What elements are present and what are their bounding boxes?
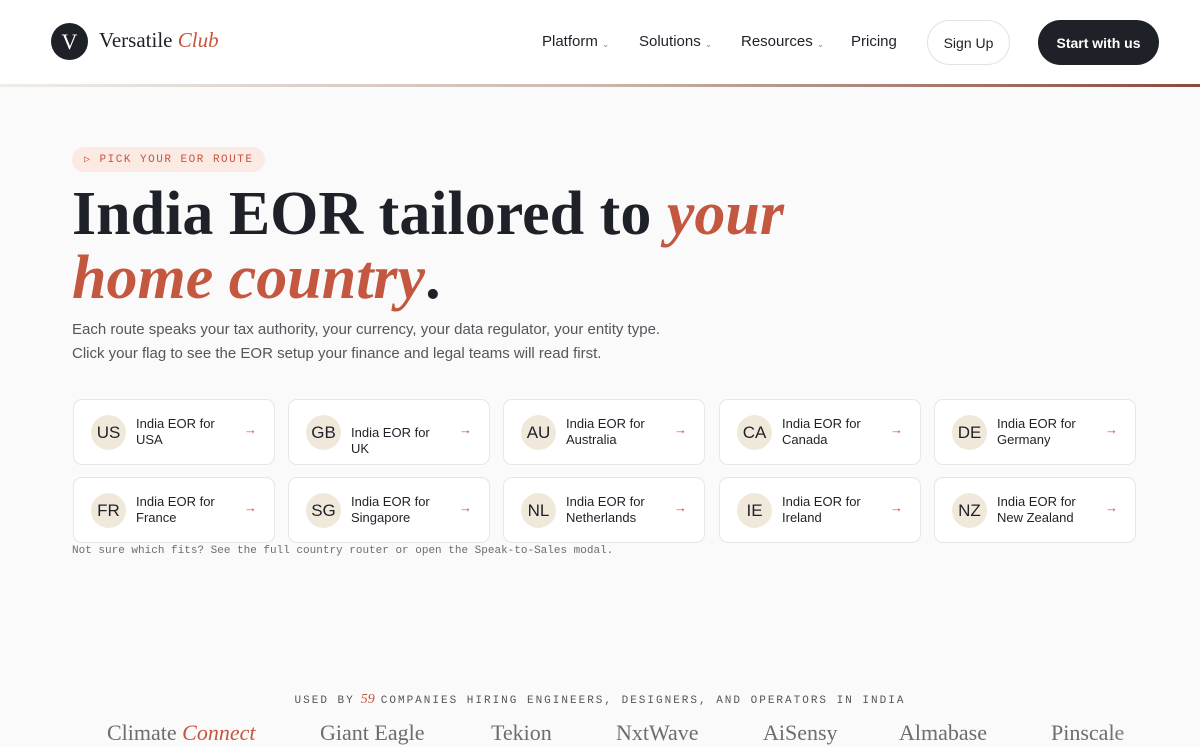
- arrow-right-icon: →: [244, 422, 257, 437]
- country-card-sg[interactable]: SG India EOR for Singapore →: [288, 477, 490, 543]
- site-header: V Versatile Club Platform ⌄ Solutions ⌄ …: [0, 0, 1200, 86]
- country-card-label: India EOR for Australia: [566, 416, 645, 447]
- start-with-us-button[interactable]: Start with us: [1038, 20, 1159, 65]
- play-outline-icon: ▷: [84, 154, 92, 166]
- country-card-de[interactable]: DE India EOR for Germany →: [934, 399, 1136, 465]
- used-by-prefix: USED BY: [294, 695, 355, 707]
- country-code-badge: AU: [521, 415, 556, 450]
- country-code-badge: CA: [737, 415, 772, 450]
- country-code-badge: SG: [306, 493, 341, 528]
- eyebrow-text: PICK YOUR EOR ROUTE: [99, 153, 254, 166]
- country-router-note: Not sure which fits? See the full countr…: [72, 545, 614, 557]
- nav-platform-label: Platform: [542, 33, 598, 50]
- country-card-au[interactable]: AU India EOR for Australia →: [503, 399, 705, 465]
- eyebrow-pill: ▷ PICK YOUR EOR ROUTE: [72, 147, 266, 172]
- country-card-label: India EOR for UK: [351, 425, 430, 456]
- country-code-badge: FR: [91, 493, 126, 528]
- country-card-nz[interactable]: NZ India EOR for New Zealand →: [934, 477, 1136, 543]
- company-name: Climate: [107, 720, 177, 745]
- country-code-badge: GB: [306, 415, 341, 450]
- nav-pricing[interactable]: Pricing: [851, 33, 897, 50]
- nav-resources[interactable]: Resources ⌄: [741, 33, 824, 50]
- country-card-label: India EOR for France: [136, 494, 215, 525]
- country-card-label: India EOR for Netherlands: [566, 494, 645, 525]
- logo-wordmark[interactable]: Versatile Club: [99, 28, 219, 53]
- country-code-badge: DE: [952, 415, 987, 450]
- country-card-ca[interactable]: CA India EOR for Canada →: [719, 399, 921, 465]
- logos-fade-overlay: [1110, 720, 1200, 747]
- country-code-badge: NL: [521, 493, 556, 528]
- country-card-ie[interactable]: IE India EOR for Ireland →: [719, 477, 921, 543]
- chevron-down-icon: ⌄: [816, 39, 825, 49]
- company-name-accent: Connect: [182, 720, 256, 745]
- company-logo-giant-eagle: Giant Eagle: [320, 720, 425, 745]
- header-divider: [0, 84, 1200, 87]
- country-code-badge: NZ: [952, 493, 987, 528]
- nav-solutions[interactable]: Solutions ⌄: [639, 33, 712, 50]
- title-period: .: [425, 244, 441, 312]
- logo-name-accent: Club: [177, 28, 219, 52]
- country-card-gb[interactable]: GB India EOR for UK →: [288, 399, 490, 465]
- logo-mark[interactable]: V: [51, 23, 88, 60]
- arrow-right-icon: →: [244, 500, 257, 515]
- country-card-label: India EOR for Germany: [997, 416, 1076, 447]
- used-by-suffix: COMPANIES HIRING ENGINEERS, DESIGNERS, A…: [380, 695, 906, 707]
- company-logo-climate-connect: Climate Connect: [107, 720, 255, 746]
- chevron-down-icon: ⌄: [704, 39, 713, 49]
- country-card-label: India EOR for USA: [136, 416, 215, 447]
- country-card-us[interactable]: US India EOR for USA →: [73, 399, 275, 465]
- logo-name: Versatile: [99, 28, 173, 52]
- arrow-right-icon: →: [459, 500, 472, 515]
- country-card-label: India EOR for Canada: [782, 416, 861, 447]
- country-card-nl[interactable]: NL India EOR for Netherlands →: [503, 477, 705, 543]
- company-logo-almabase: Almabase: [899, 720, 987, 745]
- nav-solutions-label: Solutions: [639, 33, 701, 50]
- nav-resources-label: Resources: [741, 33, 813, 50]
- country-card-label: India EOR for Ireland: [782, 494, 861, 525]
- arrow-right-icon: →: [459, 422, 472, 437]
- company-logos: Climate Connect Giant Eagle Tekion NxtWa…: [0, 720, 1200, 747]
- subtitle-line-1: Each route speaks your tax authority, yo…: [72, 321, 661, 338]
- arrow-right-icon: →: [890, 422, 903, 437]
- country-card-label: India EOR for Singapore: [351, 494, 430, 525]
- company-logo-nxtwave: NxtWave: [616, 720, 699, 745]
- arrow-right-icon: →: [890, 500, 903, 515]
- hero-subtitle: Each route speaks your tax authority, yo…: [72, 318, 772, 366]
- nav-platform[interactable]: Platform ⌄: [542, 33, 609, 50]
- used-by-count: 59: [360, 692, 375, 707]
- arrow-right-icon: →: [674, 500, 687, 515]
- subtitle-line-2: Click your flag to see the EOR setup you…: [72, 345, 602, 362]
- title-plain: India EOR tailored to: [72, 180, 667, 248]
- country-code-badge: US: [91, 415, 126, 450]
- arrow-right-icon: →: [674, 422, 687, 437]
- nav-pricing-label: Pricing: [851, 33, 897, 50]
- country-card-fr[interactable]: FR India EOR for France →: [73, 477, 275, 543]
- company-logo-tekion: Tekion: [491, 720, 552, 745]
- arrow-right-icon: →: [1105, 500, 1118, 515]
- page-title: India EOR tailored to your home country.: [72, 182, 832, 310]
- used-by-strip: USED BY 59 COMPANIES HIRING ENGINEERS, DES…: [0, 692, 1200, 708]
- sign-up-button[interactable]: Sign Up: [927, 20, 1010, 65]
- chevron-down-icon: ⌄: [601, 39, 610, 49]
- arrow-right-icon: →: [1105, 422, 1118, 437]
- country-code-badge: IE: [737, 493, 772, 528]
- country-card-label: India EOR for New Zealand: [997, 494, 1076, 525]
- company-logo-aisensy: AiSensy: [763, 720, 838, 745]
